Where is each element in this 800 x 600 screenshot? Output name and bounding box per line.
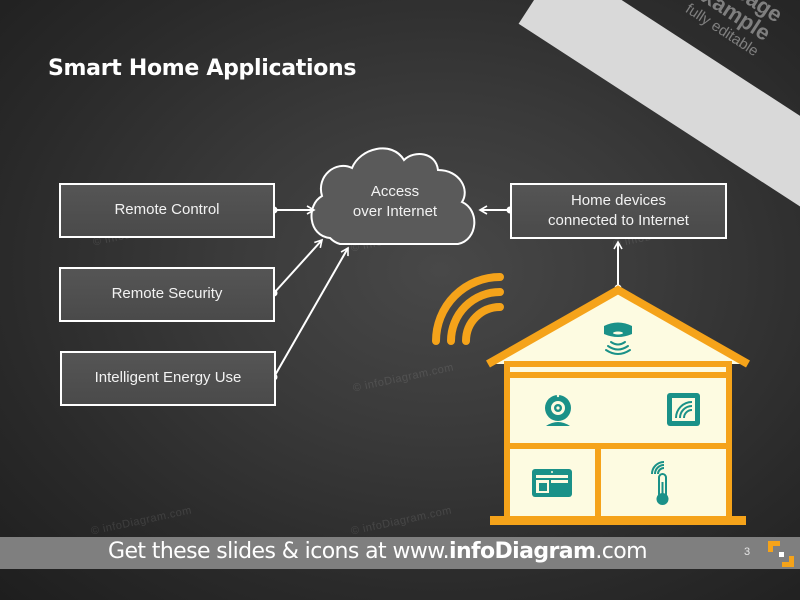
home-devices-line1: Home devices <box>570 191 667 209</box>
footer-prefix: Get these slides & icons at www. <box>108 539 450 564</box>
page-number: 3 <box>744 546 751 558</box>
home-devices-line2: connected to Internet <box>548 212 689 229</box>
remote-control-label: Remote Control <box>114 201 220 219</box>
footer-suffix: .com <box>595 539 647 564</box>
infodiagram-logo-icon <box>768 541 794 567</box>
wireless-tablet-icon <box>667 393 700 426</box>
home-devices-box[interactable]: Home devices connected to Internet <box>510 183 727 239</box>
connector-remote-control <box>270 205 316 215</box>
connector-remote-security <box>270 238 324 297</box>
footer-brand: infoDiagram <box>449 539 596 564</box>
footer-bar: Get these slides & icons at www.infoDiag… <box>0 537 800 569</box>
wifi-signal-icon <box>432 273 504 345</box>
energy-use-box[interactable]: Intelligent Energy Use <box>60 351 276 406</box>
cloud-label: Access over Internet <box>320 182 470 223</box>
control-panel-icon <box>532 469 572 497</box>
remote-security-box[interactable]: Remote Security <box>59 267 275 322</box>
slide: Usage example fully editable Smart Home … <box>0 0 800 600</box>
footer-promo-link[interactable]: Get these slides & icons at www.infoDiag… <box>108 539 648 564</box>
remote-control-box[interactable]: Remote Control <box>59 183 275 238</box>
cloud-label-line2: over Internet <box>352 203 438 221</box>
connector-house <box>613 240 623 292</box>
cloud-label-line1: Access <box>370 183 420 200</box>
energy-use-label: Intelligent Energy Use <box>94 369 242 387</box>
connector-home-devices <box>478 205 514 215</box>
remote-security-label: Remote Security <box>111 285 223 303</box>
connector-energy-use <box>270 246 349 381</box>
